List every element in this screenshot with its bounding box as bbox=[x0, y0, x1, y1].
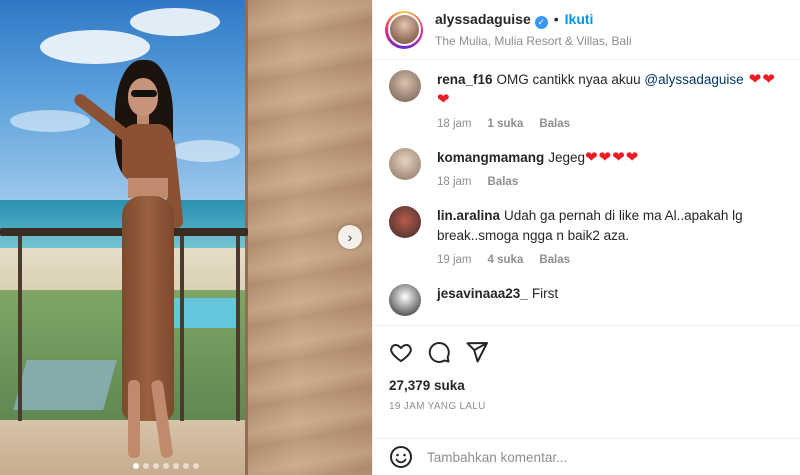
emoji-icon[interactable] bbox=[389, 445, 413, 469]
comment-icon[interactable] bbox=[427, 340, 451, 364]
comment-meta: 18 jam Balas bbox=[437, 176, 639, 188]
comment-username[interactable]: rena_f16 bbox=[437, 72, 493, 87]
carousel-dot bbox=[183, 463, 189, 469]
post-timestamp[interactable]: 19 JAM YANG LALU bbox=[389, 401, 784, 412]
photo-railing-post bbox=[180, 236, 184, 421]
next-slide-button[interactable]: › bbox=[338, 225, 362, 249]
photo-person-sunglasses bbox=[131, 90, 157, 97]
post-location[interactable]: The Mulia, Mulia Resort & Villas, Bali bbox=[435, 34, 632, 48]
photo-cloud bbox=[10, 110, 90, 132]
comment-body: jesavinaaa23_ First bbox=[437, 284, 558, 304]
heart-emoji-icon: ❤❤❤❤ bbox=[585, 149, 640, 166]
comment-time[interactable]: 18 jam bbox=[437, 118, 472, 130]
post-header: alyssadaguise ✓ • Ikuti The Mulia, Mulia Re… bbox=[373, 0, 800, 60]
reply-button[interactable]: Balas bbox=[539, 254, 570, 266]
comments-list[interactable]: rena_f16 OMG cantikk nyaa akuu @alyssadag… bbox=[373, 60, 800, 322]
comment-meta: 19 jam 4 suka Balas bbox=[437, 254, 767, 266]
instagram-post: › alyssadaguise ✓ • Ikuti The Mulia, Mulia … bbox=[0, 0, 800, 475]
comment-mention[interactable]: @alyssadaguise bbox=[644, 72, 743, 87]
post-photo[interactable]: › bbox=[0, 0, 372, 475]
action-icons bbox=[389, 340, 784, 364]
comment-username[interactable]: lin.aralina bbox=[437, 208, 500, 223]
carousel-dot bbox=[143, 463, 149, 469]
comment-item: jesavinaaa23_ First bbox=[389, 284, 784, 316]
author-username[interactable]: alyssadaguise bbox=[435, 11, 531, 27]
commenter-avatar[interactable] bbox=[389, 70, 421, 102]
comment-meta: 18 jam 1 suka Balas bbox=[437, 118, 784, 130]
carousel-dot bbox=[133, 463, 139, 469]
comment-item: lin.aralina Udah ga pernah di like ma Al.… bbox=[389, 206, 784, 266]
comment-text: Jegeg bbox=[548, 150, 586, 165]
share-icon[interactable] bbox=[465, 340, 489, 364]
carousel-dot bbox=[173, 463, 179, 469]
comment-username[interactable]: komangmamang bbox=[437, 150, 544, 165]
likes-count[interactable]: 27,379 suka bbox=[389, 378, 784, 393]
carousel-dot bbox=[153, 463, 159, 469]
comment-likes[interactable]: 4 suka bbox=[488, 254, 524, 266]
comment-body: komangmamang Jegeg❤❤❤❤ bbox=[437, 148, 639, 168]
comment-time[interactable]: 19 jam bbox=[437, 254, 472, 266]
reply-button[interactable]: Balas bbox=[539, 118, 570, 130]
photo-cloud bbox=[130, 8, 220, 36]
comment-text: First bbox=[531, 286, 559, 301]
photo-person-leg bbox=[128, 380, 140, 458]
commenter-avatar[interactable] bbox=[389, 148, 421, 180]
header-separator: • bbox=[553, 11, 559, 27]
reply-button[interactable]: Balas bbox=[488, 176, 519, 188]
comment-body: rena_f16 OMG cantikk nyaa akuu @alyssadag… bbox=[437, 70, 784, 110]
author-avatar[interactable] bbox=[385, 10, 423, 49]
comment-time[interactable]: 18 jam bbox=[437, 176, 472, 188]
heart-icon[interactable] bbox=[389, 340, 413, 364]
follow-button[interactable]: Ikuti bbox=[565, 11, 594, 27]
carousel-dot bbox=[193, 463, 199, 469]
comment-item: rena_f16 OMG cantikk nyaa akuu @alyssadag… bbox=[389, 70, 784, 130]
comment-input[interactable] bbox=[427, 449, 784, 465]
photo-cloud bbox=[170, 140, 240, 162]
comment-body: lin.aralina Udah ga pernah di like ma Al.… bbox=[437, 206, 767, 246]
add-comment-bar bbox=[373, 438, 800, 475]
photo-person-midriff bbox=[128, 178, 168, 198]
commenter-avatar[interactable] bbox=[389, 206, 421, 238]
photo-floor bbox=[0, 420, 250, 475]
comment-username[interactable]: jesavinaaa23_ bbox=[437, 286, 528, 301]
post-side-panel: alyssadaguise ✓ • Ikuti The Mulia, Mulia Re… bbox=[372, 0, 800, 475]
post-actions: 27,379 suka 19 JAM YANG LALU bbox=[373, 325, 800, 412]
carousel-indicator bbox=[133, 463, 199, 469]
carousel-dot bbox=[163, 463, 169, 469]
comment-likes[interactable]: 1 suka bbox=[488, 118, 524, 130]
comment-text: OMG cantikk nyaa akuu bbox=[496, 72, 645, 87]
comment-item: komangmamang Jegeg❤❤❤❤ 18 jam Balas bbox=[389, 148, 784, 188]
chevron-right-icon: › bbox=[347, 229, 353, 245]
photo-railing-post bbox=[18, 236, 22, 421]
verified-badge-icon: ✓ bbox=[534, 16, 548, 29]
commenter-avatar[interactable] bbox=[389, 284, 421, 316]
photo-person-top bbox=[122, 124, 172, 180]
photo-person-head bbox=[128, 78, 158, 116]
photo-cloud bbox=[40, 30, 150, 64]
photo-railing-post bbox=[236, 236, 240, 421]
